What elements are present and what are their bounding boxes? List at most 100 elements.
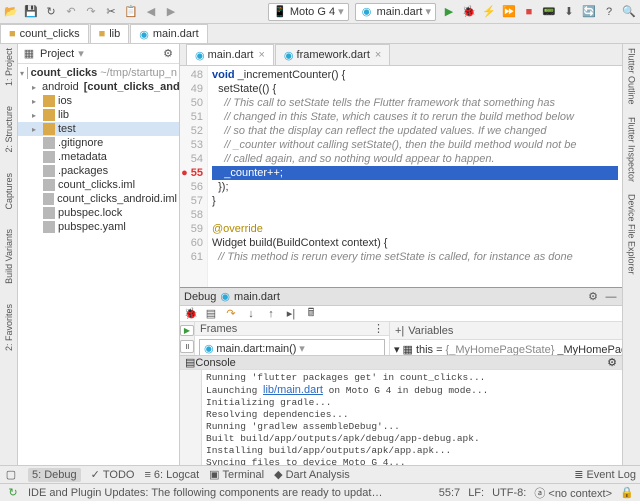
gear-icon[interactable]: ⚙ [586,290,600,304]
tree-item-lib[interactable]: ▸lib [18,108,179,122]
tree-item-android[interactable]: ▸android[count_clicks_and [18,80,179,94]
tab-event-log[interactable]: ≣ Event Log [574,468,636,481]
console-tab-icon[interactable]: ▤ [204,307,218,321]
status-bar: ↻ IDE and Plugin Updates: The following … [0,483,640,501]
rail-device-explorer[interactable]: Device File Explorer [627,194,637,275]
hot-reload-icon[interactable]: ⚡ [482,5,496,19]
run-to-cursor-icon[interactable]: ▸| [284,307,298,321]
debug-controls: ▶ ॥ ■ ● ⊘ [180,322,195,355]
console-header: ▤ Console ⚙ [180,356,622,370]
sync-icon[interactable]: 🔄 [582,5,596,19]
cut-icon[interactable]: ✂ [104,5,118,19]
tab-debug[interactable]: 5: Debug [28,468,81,482]
rail-structure[interactable]: 2: Structure [4,106,14,153]
console-gear-icon[interactable]: ⚙ [607,356,617,369]
gear-icon[interactable]: ⚙ [161,47,175,61]
tab-logcat[interactable]: ≡ 6: Logcat [144,469,199,481]
dart-icon: ◉ [360,5,374,19]
tree-item-ios[interactable]: ▸ios [18,94,179,108]
breadcrumb-folder[interactable]: ■lib [90,24,130,43]
rail-project[interactable]: 1: Project [4,48,14,86]
tree-item-.metadata[interactable]: .metadata [18,150,179,164]
debug-panel: Debug ◉main.dart ⚙ — 🐞 ▤ ↷ ↓ ↑ ▸| 🖩 ▶ ॥ … [180,287,622,465]
save-icon[interactable]: 💾 [24,5,38,19]
copy-icon[interactable]: 📋 [124,5,138,19]
file-encoding[interactable]: UTF-8: [492,487,526,499]
code-content[interactable]: void _incrementCounter() { setState(() {… [208,66,622,287]
pause-button[interactable]: ॥ [180,340,194,353]
project-panel: ▦ Project ▾ ⚙ ▾ count_clicks ~/tmp/start… [18,44,180,465]
variables-list[interactable]: ▾▦this = {_MyHomePageState} _MyHomePageS… [390,340,640,355]
redo-icon[interactable]: ↷ [84,5,98,19]
debug-icon[interactable]: 🐞 [462,5,476,19]
tool-window-icon[interactable]: ▢ [4,468,18,482]
sdk-icon[interactable]: ⬇ [562,5,576,19]
debugger-tab-icon[interactable]: 🐞 [184,307,198,321]
editor-tabs: ◉main.dart× ◉framework.dart× [180,44,622,66]
console-controls [180,370,202,471]
device-selector[interactable]: 📱 Moto G 4 ▾ [268,3,349,21]
variables-pane: +|Variables ▾▦this = {_MyHomePageState} … [390,322,640,355]
frames-menu-icon[interactable]: ⋮ [373,322,384,335]
tab-terminal[interactable]: ▣ Terminal [209,468,264,481]
tab-dart-analysis[interactable]: ◆ Dart Analysis [274,468,350,481]
rail-flutter-inspector[interactable]: Flutter Inspector [627,117,637,182]
help-icon[interactable]: ? [602,5,616,19]
avd-icon[interactable]: 📟 [542,5,556,19]
context-indicator[interactable]: ⓐ <no context> [534,485,612,501]
tree-item-pubspec.yaml[interactable]: pubspec.yaml [18,220,179,234]
run-icon[interactable]: ▶ [442,5,456,19]
rail-favorites[interactable]: 2: Favorites [4,304,14,351]
var-this[interactable]: ▾▦this = {_MyHomePageState} _MyHomePageS… [394,342,640,355]
debug-header: Debug ◉main.dart ⚙ — [180,288,622,306]
tree-item-.gitignore[interactable]: .gitignore [18,136,179,150]
status-message[interactable]: IDE and Plugin Updates: The following co… [28,487,388,499]
rail-flutter-outline[interactable]: Flutter Outline [627,48,637,105]
minimize-icon[interactable]: — [604,290,618,304]
breadcrumb-project[interactable]: ■count_clicks [0,24,89,43]
tree-item-count_clicks_android.iml[interactable]: count_clicks_android.iml [18,192,179,206]
resume-button[interactable]: ▶ [180,325,194,336]
tree-item-test[interactable]: ▸test [18,122,179,136]
tree-root[interactable]: ▾ count_clicks ~/tmp/startup_n [18,66,179,80]
rail-build-variants[interactable]: Build Variants [4,229,14,284]
attach-icon[interactable]: ⏩ [502,5,516,19]
project-tree[interactable]: ▾ count_clicks ~/tmp/startup_n ▸android[… [18,64,179,465]
project-panel-label: Project [40,48,74,60]
close-icon[interactable]: × [258,49,264,61]
evaluate-icon[interactable]: 🖩 [304,307,318,321]
chevron-down-icon: ▾ [338,5,344,18]
close-icon[interactable]: × [375,49,381,61]
tree-item-pubspec.lock[interactable]: pubspec.lock [18,206,179,220]
code-editor[interactable]: 48495051525354● 55565758596061 void _inc… [180,66,622,287]
step-into-icon[interactable]: ↓ [244,307,258,321]
lock-icon[interactable]: 🔒 [620,486,634,500]
search-icon[interactable]: 🔍 [622,5,636,19]
editor-area: ◉main.dart× ◉framework.dart× 48495051525… [180,44,622,465]
editor-tab-framework[interactable]: ◉framework.dart× [275,44,390,65]
forward-icon[interactable]: ▶ [164,5,178,19]
bottom-tool-tabs: ▢ 5: Debug ✓ TODO ≡ 6: Logcat ▣ Terminal… [0,465,640,483]
undo-icon[interactable]: ↶ [64,5,78,19]
tab-todo[interactable]: ✓ TODO [91,468,135,481]
stop-icon[interactable]: ■ [522,5,536,19]
refresh-icon[interactable]: ↻ [44,5,58,19]
project-view-icon[interactable]: ▦ [22,47,36,61]
tree-item-count_clicks.iml[interactable]: count_clicks.iml [18,178,179,192]
open-icon[interactable]: 📂 [4,5,18,19]
editor-tab-main[interactable]: ◉main.dart× [186,44,274,65]
console-output[interactable]: Running 'flutter packages get' in count_… [202,370,622,471]
run-config-selector[interactable]: ◉ main.dart ▾ [355,3,436,21]
update-icon[interactable]: ↻ [6,486,20,500]
rail-captures[interactable]: Captures [4,173,14,210]
line-ending[interactable]: LF: [468,487,484,499]
chevron-down-icon[interactable]: ▾ [78,47,84,60]
line-gutter[interactable]: 48495051525354● 55565758596061 [180,66,208,287]
right-tool-rail: Flutter Outline Flutter Inspector Device… [622,44,640,465]
step-over-icon[interactable]: ↷ [224,307,238,321]
back-icon[interactable]: ◀ [144,5,158,19]
project-panel-header: ▦ Project ▾ ⚙ [18,44,179,64]
step-out-icon[interactable]: ↑ [264,307,278,321]
tree-item-.packages[interactable]: .packages [18,164,179,178]
breadcrumb-file[interactable]: ◉main.dart [130,24,207,43]
